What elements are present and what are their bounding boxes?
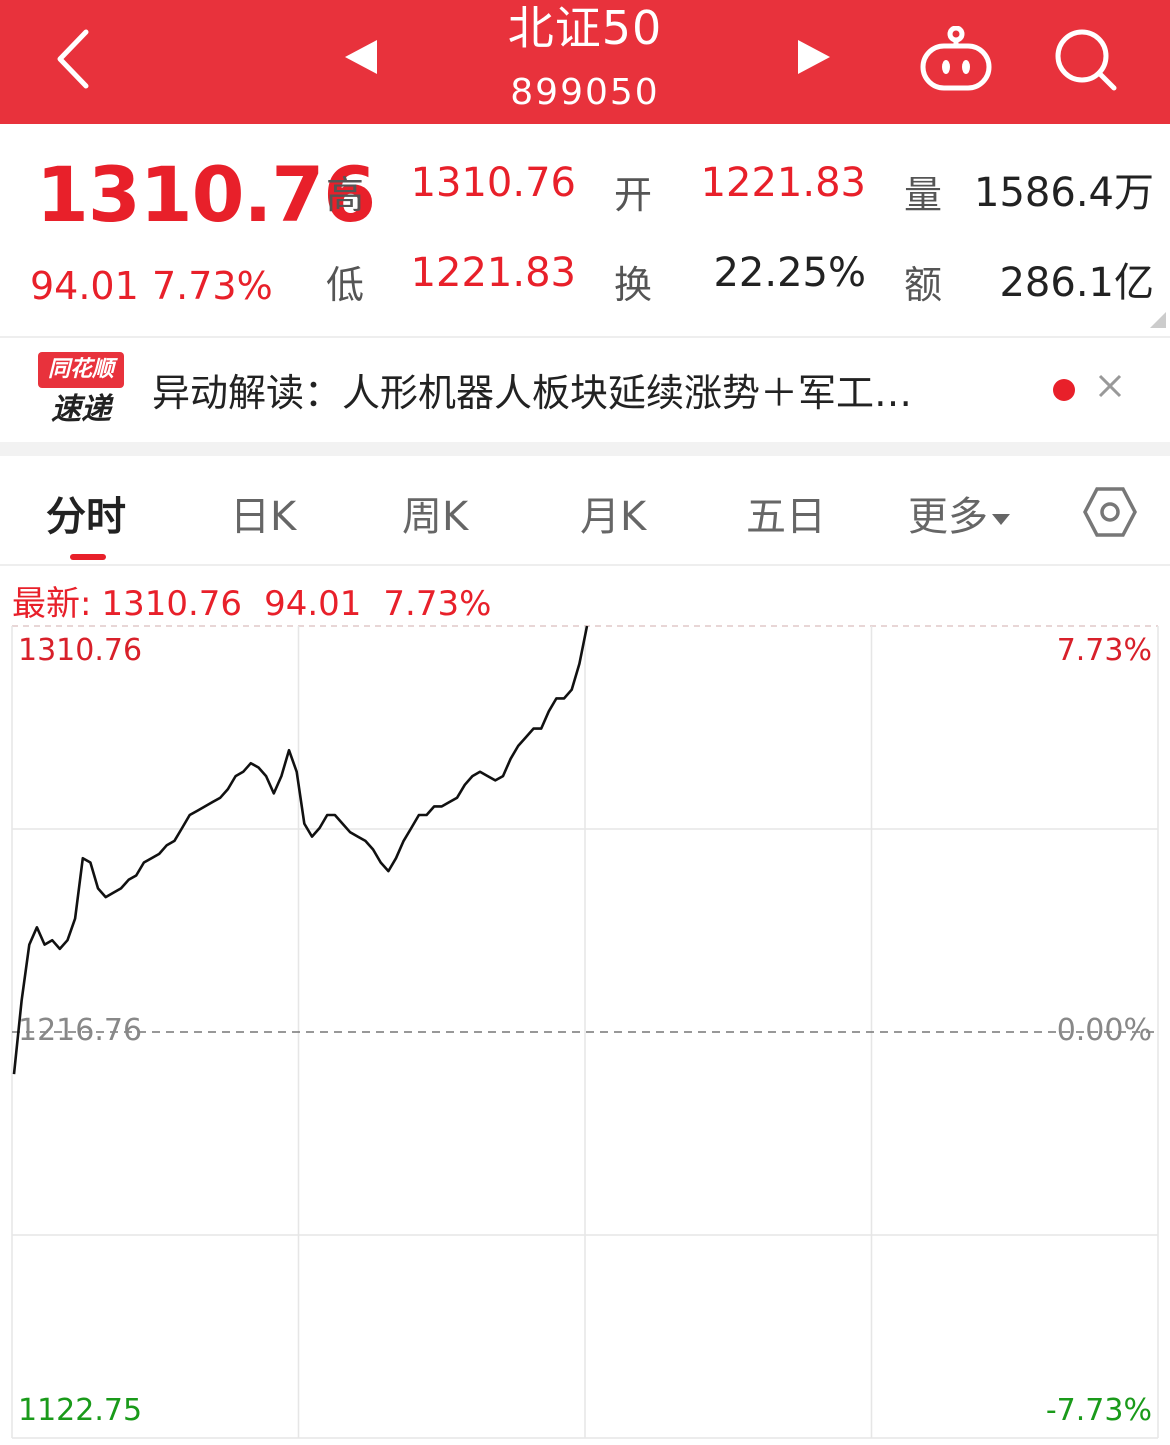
tab-separator [0, 564, 1170, 566]
y-min-label: 1122.75 [18, 1393, 142, 1428]
tab-more-label: 更多 [908, 494, 988, 540]
stock-code: 899050 [510, 72, 660, 113]
turnover-label: 换 [614, 263, 653, 307]
low-value: 1221.83 [410, 250, 576, 296]
active-tab-indicator [70, 554, 106, 560]
tab-weekly-k[interactable]: 周K [402, 484, 468, 542]
volume-value: 1586.4万 [974, 170, 1154, 216]
next-triangle-icon[interactable] [798, 40, 830, 74]
latest-change: 94.01 [264, 584, 362, 624]
change-value: 94.01 [30, 264, 139, 308]
dropdown-arrow-icon [992, 513, 1010, 525]
low-label: 低 [326, 263, 365, 307]
latest-price: 1310.76 [101, 584, 243, 624]
pct-max-label: 7.73% [1057, 633, 1152, 668]
latest-pct: 7.73% [383, 584, 492, 624]
latest-quote-line: 最新: 1310.76 94.01 7.73% [12, 576, 513, 625]
tab-monthly-k[interactable]: 月K [580, 484, 646, 542]
logo-top-text: 同花顺 [38, 352, 124, 388]
open-value: 1221.83 [700, 160, 866, 206]
chart-grid [11, 625, 1159, 1439]
price-line [12, 625, 589, 1075]
tab-daily-k[interactable]: 日K [230, 484, 296, 542]
turnover-value: 22.25% [713, 250, 866, 296]
pct-mid-label: 0.00% [1057, 1013, 1152, 1048]
high-value: 1310.76 [410, 160, 576, 206]
expand-corner-icon[interactable] [1150, 312, 1166, 328]
prev-triangle-icon[interactable] [345, 40, 377, 74]
settings-hexagon-icon[interactable] [1082, 484, 1138, 540]
section-divider [0, 442, 1170, 456]
amount-value: 286.1亿 [999, 260, 1154, 306]
news-headline[interactable]: 异动解读：人形机器人板块延续涨势＋军工… [152, 362, 912, 417]
unread-dot-icon [1053, 379, 1075, 401]
change-percent: 7.73% [152, 264, 273, 308]
tonghuashun-logo: 同花顺 速递 [38, 352, 124, 432]
pct-min-label: -7.73% [1046, 1393, 1152, 1428]
volume-label: 量 [904, 173, 943, 217]
y-mid-label: 1216.76 [18, 1013, 142, 1048]
tab-five-day[interactable]: 五日 [746, 484, 826, 542]
amount-label: 额 [904, 263, 943, 307]
top-bar: 北证50 899050 [0, 0, 1170, 124]
page-title: 北证50 [507, 1, 663, 55]
tab-more[interactable]: 更多 [908, 484, 1010, 542]
open-label: 开 [614, 173, 653, 217]
back-chevron-icon[interactable] [48, 24, 108, 94]
close-icon[interactable] [1092, 368, 1128, 404]
high-label: 高 [326, 173, 365, 217]
logo-bottom-text: 速递 [51, 392, 111, 427]
current-price: 1310.76 [36, 150, 376, 239]
robot-icon[interactable] [918, 26, 994, 92]
search-icon[interactable] [1052, 26, 1120, 94]
intraday-chart[interactable]: 1310.76 7.73% 1216.76 0.00% 1122.75 -7.7… [0, 620, 1170, 1445]
latest-label: 最新: [12, 584, 92, 624]
y-max-label: 1310.76 [18, 633, 142, 668]
tab-intraday[interactable]: 分时 [46, 484, 126, 542]
